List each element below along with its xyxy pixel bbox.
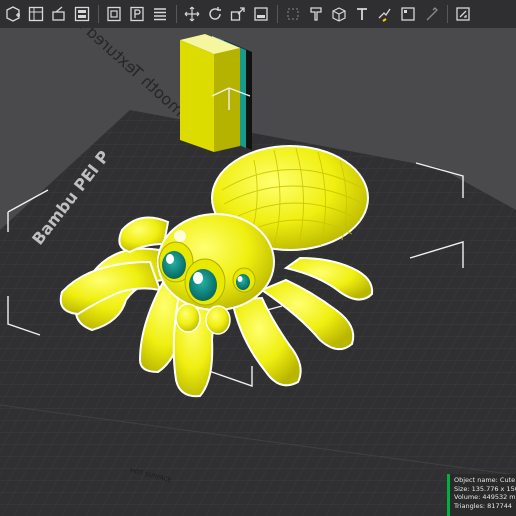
add-plate-icon[interactable] [25, 3, 47, 25]
object-name: Object name: Cute Flexi Jumping Spider [454, 476, 516, 484]
layers-icon[interactable] [149, 3, 171, 25]
toolbar-divider [176, 5, 177, 23]
seam-paint-icon[interactable] [328, 3, 350, 25]
toolbar-divider [98, 5, 99, 23]
add-object-icon[interactable] [2, 3, 24, 25]
split-parts-icon[interactable] [126, 3, 148, 25]
toolbar-divider [277, 5, 278, 23]
3d-viewport[interactable]: Smooth Textured PEI Plate Bambu PEI P HO… [0, 28, 516, 516]
object-triangles: Triangles: 817744 [454, 501, 512, 510]
color-paint-icon[interactable] [420, 3, 442, 25]
rotate-icon[interactable] [204, 3, 226, 25]
measure-icon[interactable] [374, 3, 396, 25]
object-info-panel: Object name: Cute Flexi Jumping Spider S… [447, 474, 516, 516]
variable-layer-icon[interactable] [452, 3, 474, 25]
object-size: Size: 135.776 x 150 x 86.2 mm [454, 484, 516, 493]
slicer-window: Smooth Textured PEI Plate Bambu PEI P HO… [0, 0, 516, 516]
move-icon[interactable] [181, 3, 203, 25]
lay-on-face-icon[interactable] [250, 3, 272, 25]
assembly-icon[interactable] [397, 3, 419, 25]
cut-icon[interactable] [282, 3, 304, 25]
object-volume: Volume: 449532 mm³ [454, 493, 516, 502]
auto-orient-icon[interactable] [48, 3, 70, 25]
split-objects-icon[interactable] [103, 3, 125, 25]
support-paint-icon[interactable] [305, 3, 327, 25]
top-toolbar [0, 0, 516, 28]
arrange-icon[interactable] [71, 3, 93, 25]
scale-icon[interactable] [227, 3, 249, 25]
toolbar-divider [447, 5, 448, 23]
text-emboss-icon[interactable] [351, 3, 373, 25]
